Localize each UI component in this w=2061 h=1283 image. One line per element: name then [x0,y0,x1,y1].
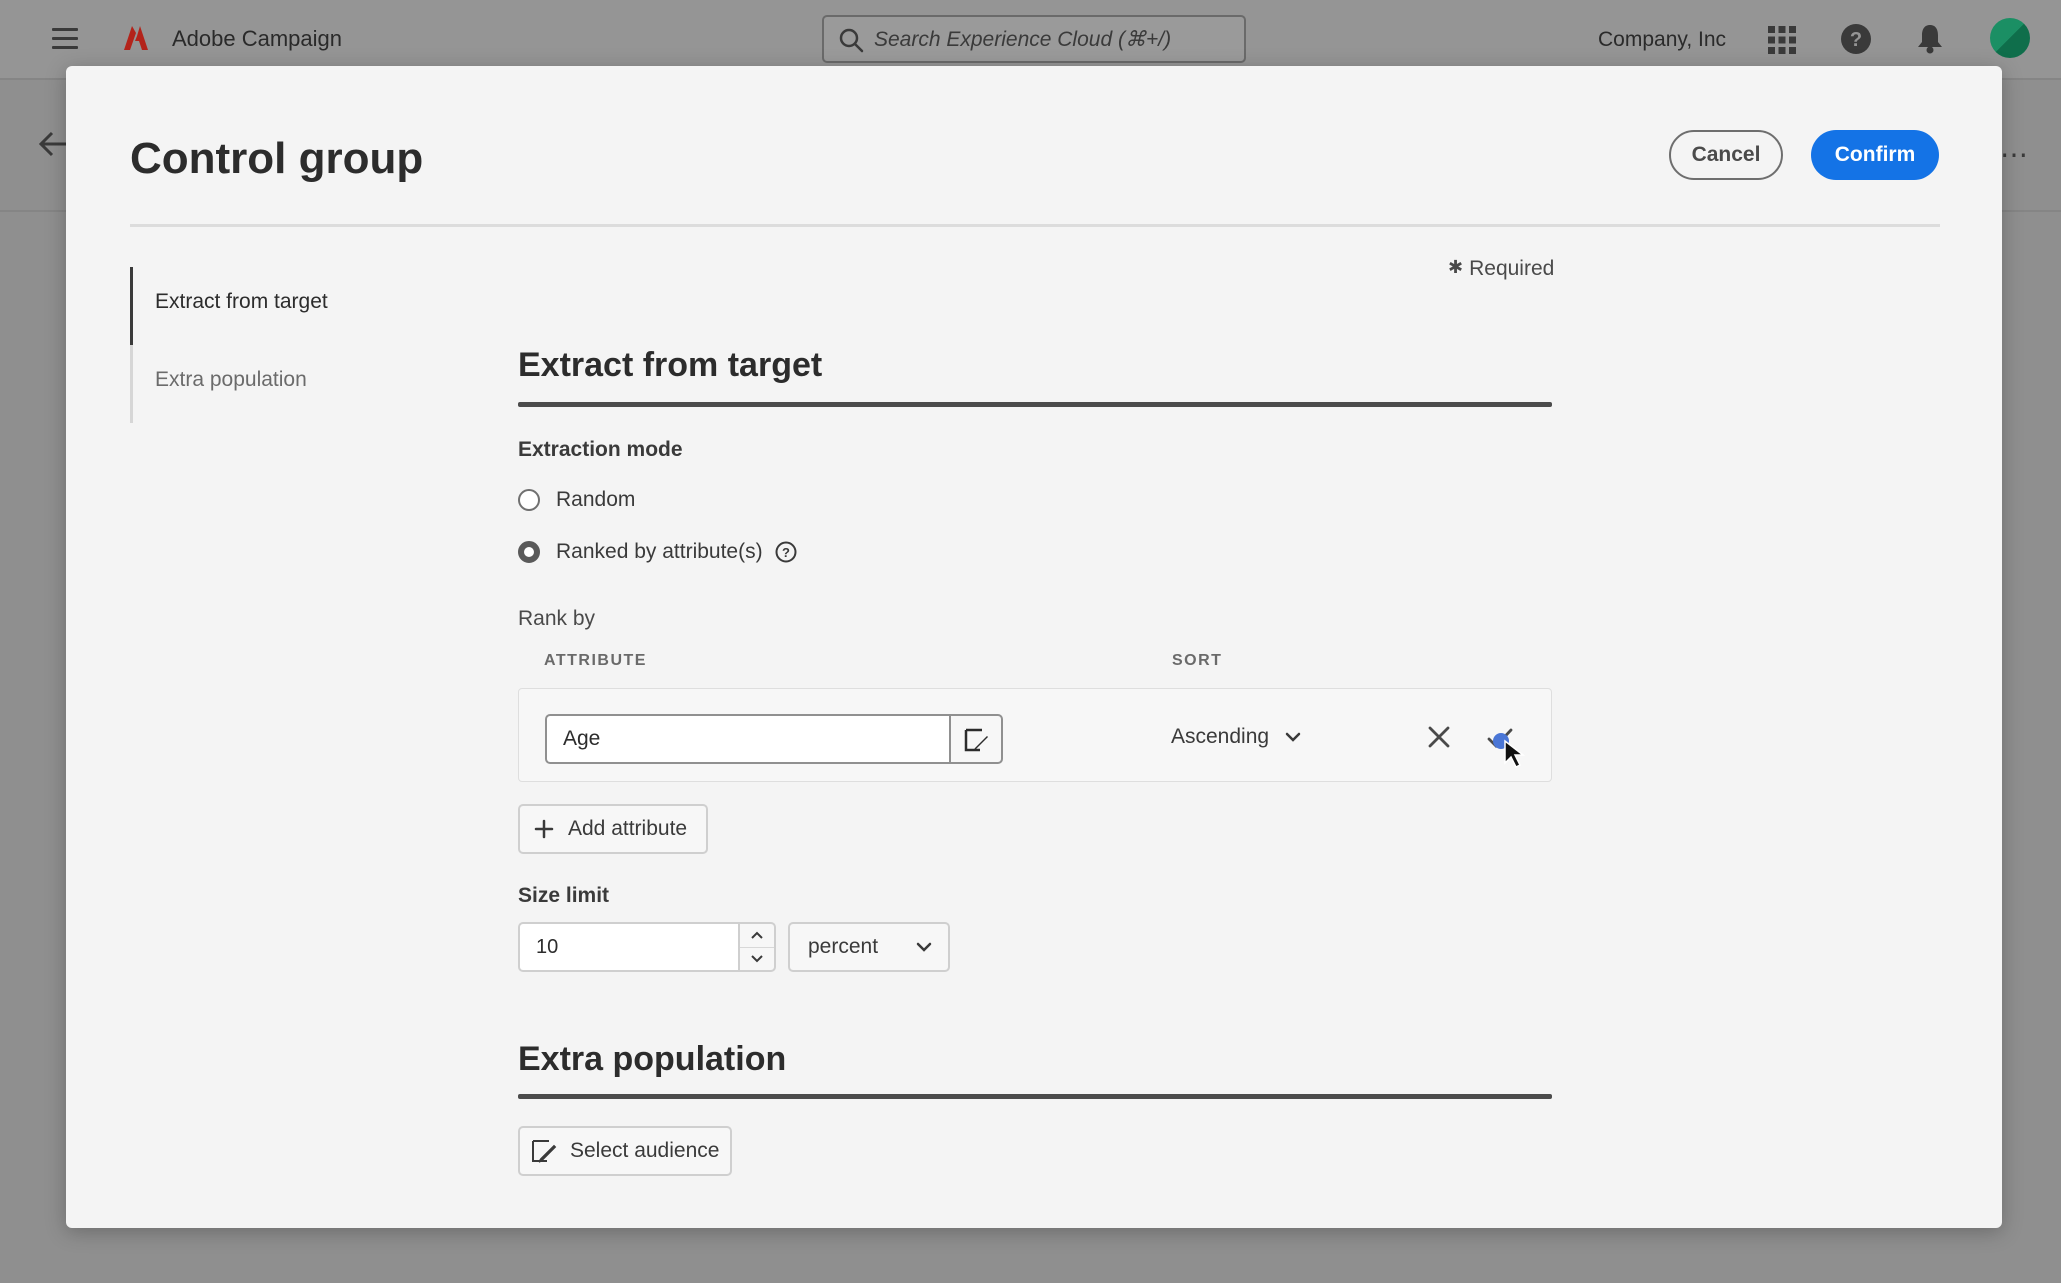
edit-select-icon [964,728,988,752]
radio-button[interactable] [518,489,540,511]
size-unit-dropdown[interactable]: percent [788,922,950,972]
apps-grid-icon[interactable] [1767,25,1797,55]
edit-select-icon [532,1140,557,1163]
radio-label: Ranked by attribute(s) [556,540,763,563]
required-label: Required [1469,257,1555,280]
back-arrow-icon[interactable] [38,130,68,158]
company-switcher[interactable]: Company, Inc [1598,28,1726,52]
cancel-button[interactable]: Cancel [1669,130,1783,180]
cancel-row-icon[interactable] [1427,725,1451,749]
more-options-icon[interactable]: ⋯ [2000,138,2029,171]
extraction-mode-label: Extraction mode [518,438,683,461]
nav-item-extra-population[interactable]: Extra population [130,345,430,423]
nav-item-extract-from-target[interactable]: Extract from target [130,267,430,345]
required-note: ✱ Required [1448,257,1554,281]
attribute-input[interactable] [545,714,949,764]
chevron-down-icon [1285,732,1301,742]
sort-value: Ascending [1171,725,1270,748]
chevron-down-icon [751,955,763,963]
search-input[interactable] [872,25,1236,55]
radio-random[interactable]: Random [518,485,635,515]
size-unit-value: percent [808,935,879,958]
column-header-sort: SORT [1172,652,1223,669]
add-attribute-label: Add attribute [568,817,688,840]
info-help-icon[interactable]: ? [775,541,797,563]
adobe-logo-icon [124,26,148,50]
confirm-button[interactable]: Confirm [1811,130,1939,180]
column-header-attribute: ATTRIBUTE [544,652,647,669]
rank-attribute-row: Ascending [518,688,1552,782]
app-name[interactable]: Adobe Campaign [172,26,342,52]
notifications-bell-icon[interactable] [1915,22,1945,54]
attribute-picker-button[interactable] [949,714,1003,764]
rank-by-label: Rank by [518,607,596,630]
help-icon[interactable]: ? [1840,23,1872,55]
svg-text:?: ? [1850,29,1862,51]
hamburger-menu-icon[interactable] [52,28,78,50]
section-divider [518,402,1552,407]
add-attribute-button[interactable]: Add attribute [518,804,708,854]
mouse-pointer-icon [1504,739,1525,769]
increment-button[interactable] [740,924,774,948]
radio-button-selected[interactable] [518,541,540,563]
radio-ranked-by-attributes[interactable]: Ranked by attribute(s) ? [518,537,797,567]
size-limit-label: Size limit [518,884,610,907]
dialog-title: Control group [130,134,424,183]
radio-label: Random [556,488,636,511]
svg-text:?: ? [782,545,790,560]
select-audience-label: Select audience [570,1139,720,1162]
title-divider [130,224,1940,227]
section-title-extract: Extract from target [518,346,823,384]
chevron-down-icon [916,942,932,952]
section-title-extra-population: Extra population [518,1040,787,1078]
sort-dropdown[interactable]: Ascending [1171,725,1301,749]
user-avatar[interactable] [1990,18,2030,58]
section-divider [518,1094,1552,1099]
plus-icon [534,819,554,839]
size-limit-stepper [738,922,776,972]
control-group-dialog: Control group Cancel Confirm Extract fro… [66,66,2002,1228]
chevron-up-icon [751,931,763,939]
decrement-button[interactable] [740,947,774,970]
size-limit-input[interactable] [518,922,738,972]
search-icon [839,28,864,53]
select-audience-button[interactable]: Select audience [518,1126,732,1176]
side-nav: Extract from target Extra population [130,267,430,423]
search-box[interactable] [822,15,1246,63]
required-asterisk-icon: ✱ [1448,257,1464,277]
